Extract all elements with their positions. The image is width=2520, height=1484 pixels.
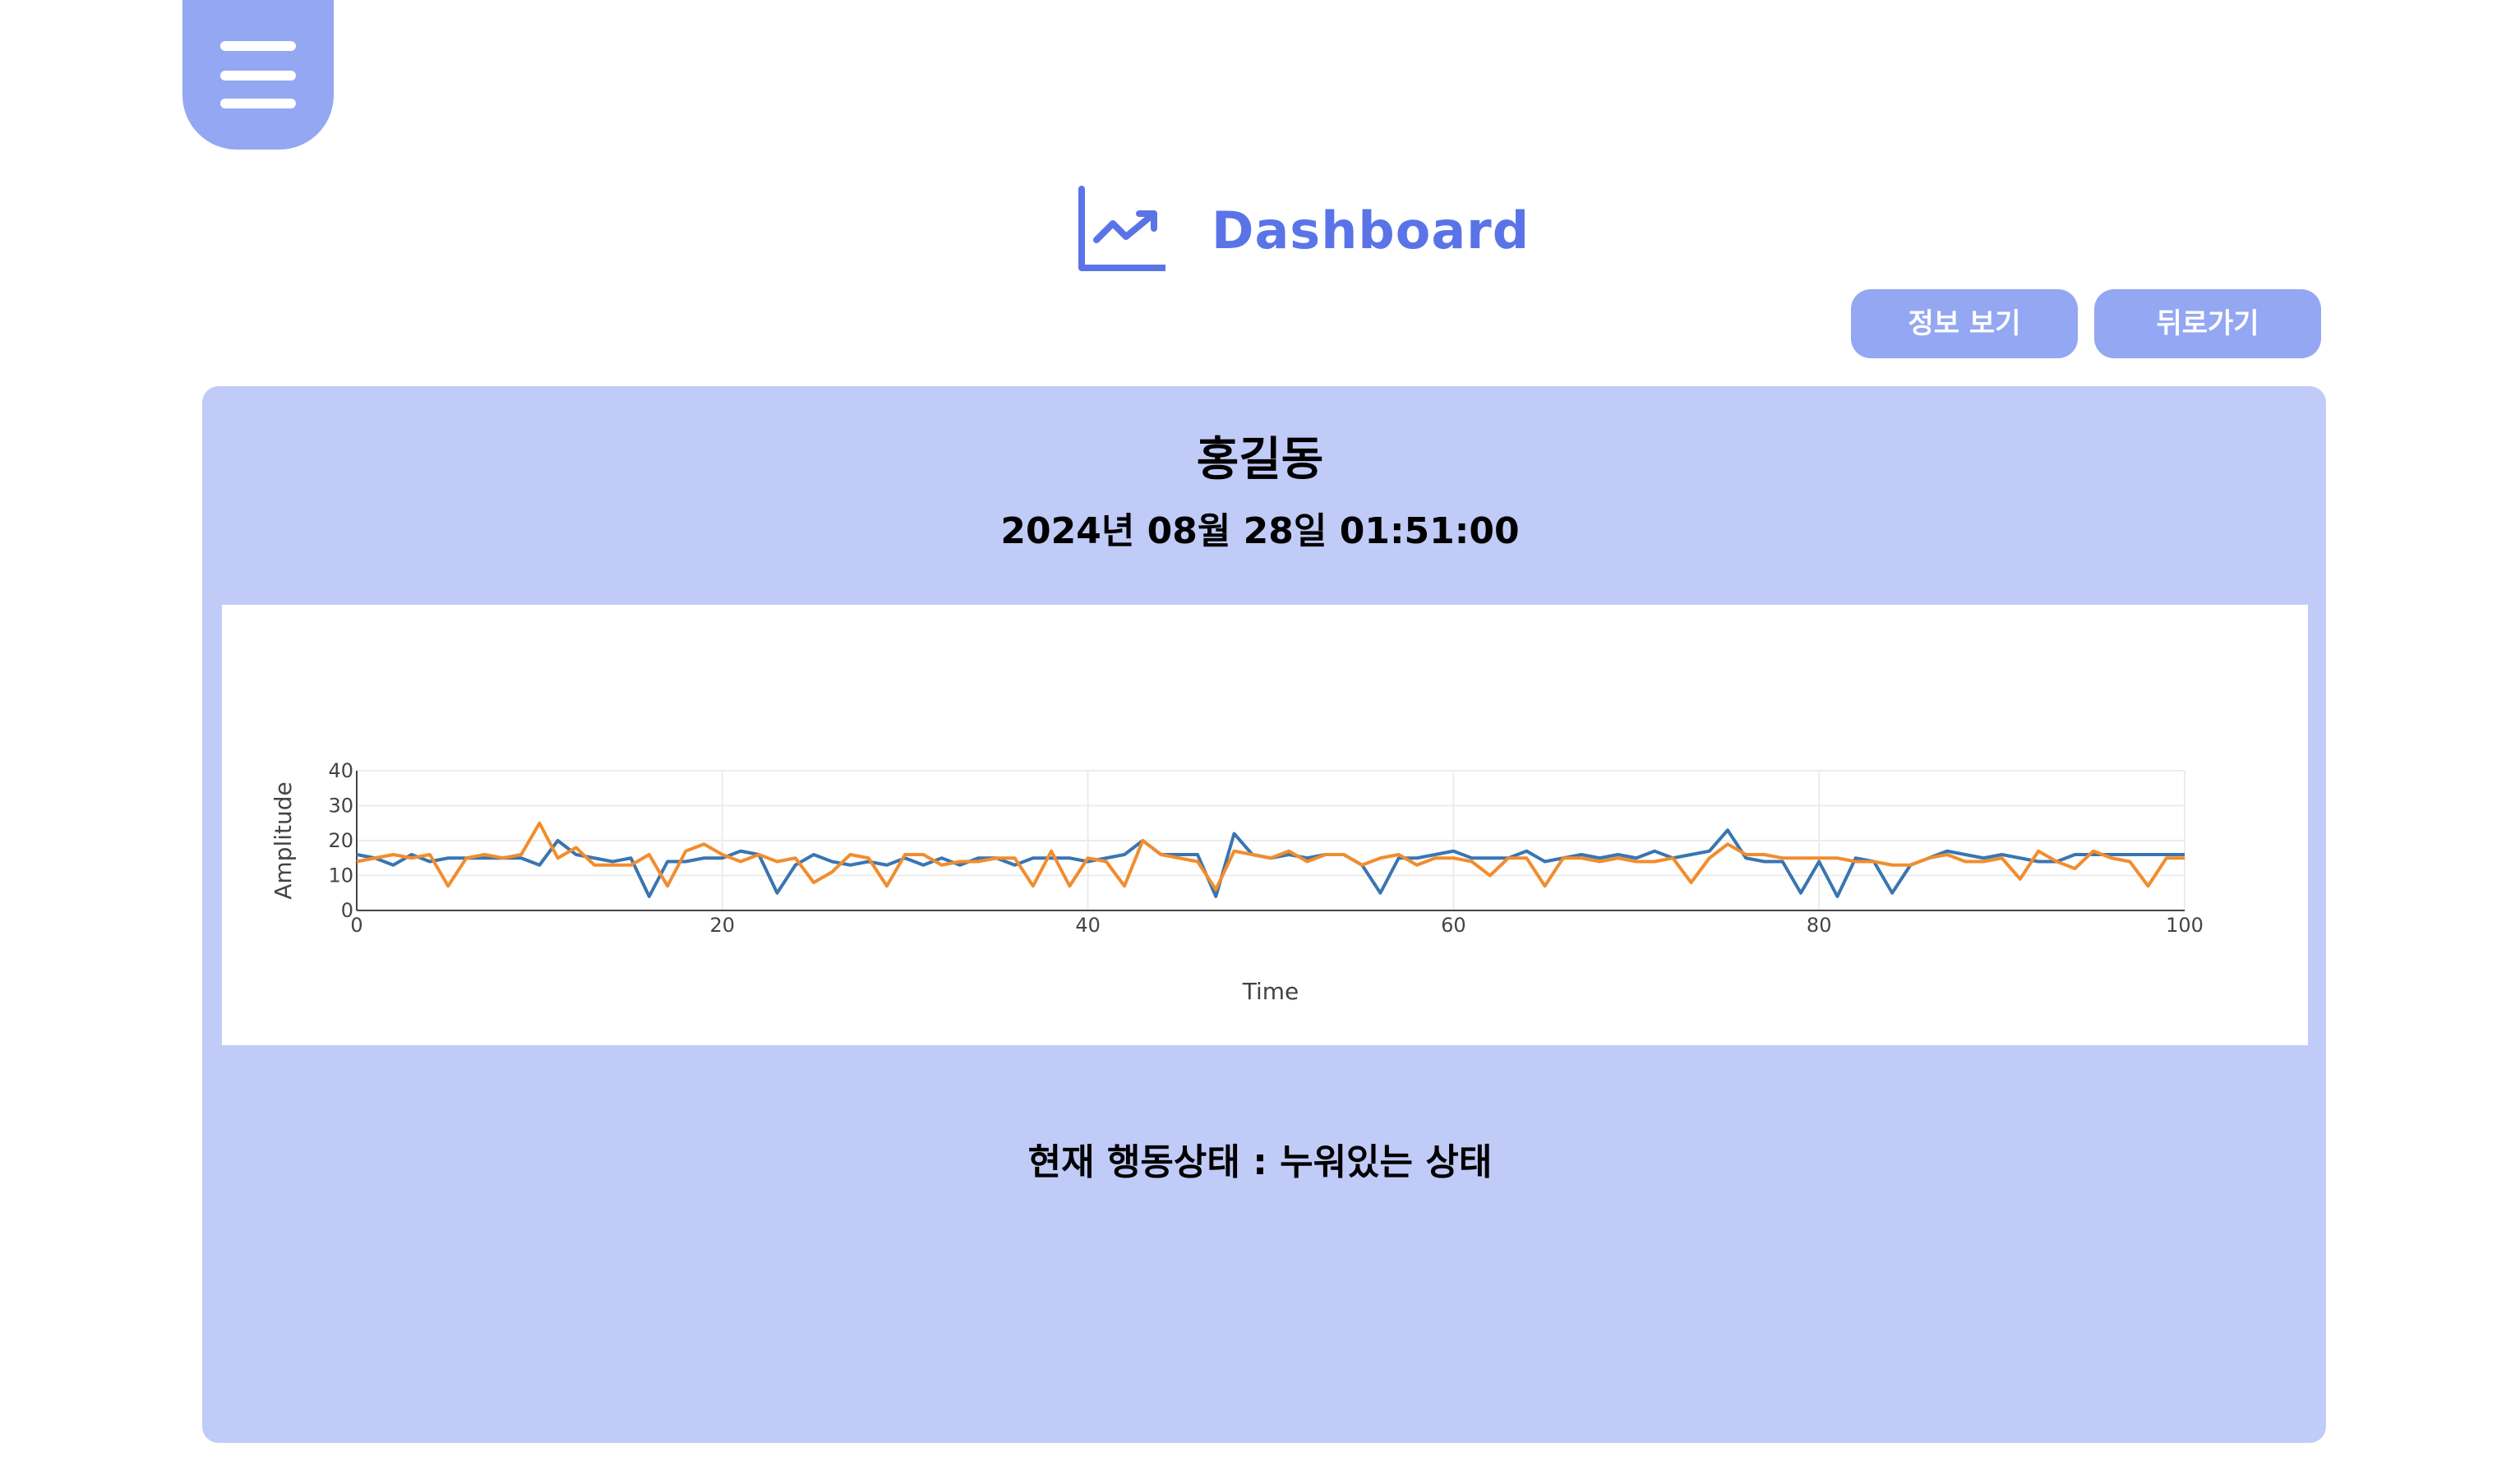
y-tick-label: 30 xyxy=(328,795,353,818)
x-axis-title: Time xyxy=(1242,978,1299,1005)
amplitude-chart: 0 10 20 30 40 0 20 40 60 80 100 Time Amplitude xyxy=(222,605,2308,1045)
dashboard-page: Dashboard 정보 보기 뒤로가기 홍길동 2024년 08월 28일 0… xyxy=(0,0,2520,1484)
y-tick-label: 10 xyxy=(328,864,353,887)
x-tick-label: 80 xyxy=(1807,914,1832,937)
page-title: Dashboard xyxy=(1212,200,1530,260)
person-name: 홍길동 xyxy=(1196,433,1324,486)
x-tick-label: 0 xyxy=(350,914,362,937)
hamburger-menu-button[interactable] xyxy=(182,0,334,150)
trending-chart-icon xyxy=(1075,186,1169,276)
page-header: Dashboard xyxy=(0,186,2520,276)
y-tick-label: 20 xyxy=(328,829,353,852)
x-tick-label: 40 xyxy=(1075,914,1101,937)
x-tick-label: 20 xyxy=(710,914,736,937)
view-info-button[interactable]: 정보 보기 xyxy=(1851,289,2078,358)
y-axis-title: Amplitude xyxy=(270,781,297,900)
back-button[interactable]: 뒤로가기 xyxy=(2094,289,2321,358)
activity-status: 현재 행동상태 : 누워있는 상태 xyxy=(1027,1141,1493,1183)
series-line-2 xyxy=(356,821,2185,892)
x-tick-label: 100 xyxy=(2166,914,2204,937)
x-tick-label: 60 xyxy=(1441,914,1466,937)
measurement-timestamp: 2024년 08월 28일 01:51:00 xyxy=(1000,510,1520,552)
amplitude-chart-svg: 0102030400 20 40 60 80 100TimeAmplitude xyxy=(270,759,2204,1005)
y-tick-label: 40 xyxy=(328,759,353,782)
